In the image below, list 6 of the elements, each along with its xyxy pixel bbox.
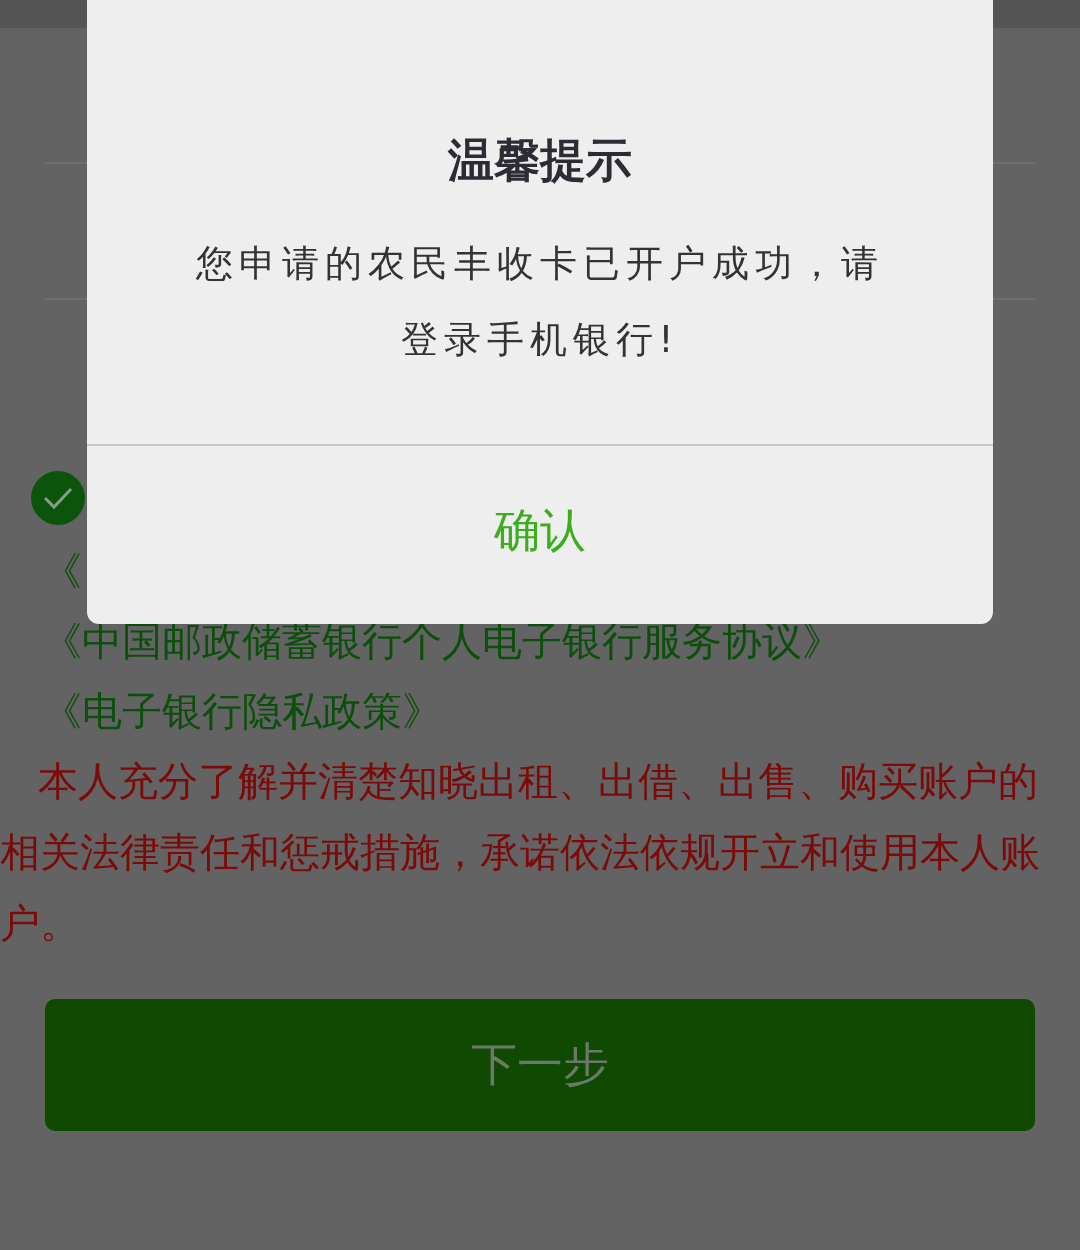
checkmark-icon[interactable] — [30, 470, 86, 526]
agreement-link[interactable]: 《电子银行隐私政策》 — [42, 676, 1080, 746]
notice-text: 本人充分了解并清楚知晓出租、出借、出售、购买账户的相关法律责任和惩戒措施，承诺依法依规开立和使用本人账户。 — [0, 757, 1041, 948]
confirm-button[interactable]: 确认 — [482, 496, 598, 566]
dialog-title: 温馨提示 — [448, 132, 632, 189]
dialog-message: 您申请的农民丰收卡已开户成功，请登录手机银行! — [195, 241, 885, 363]
